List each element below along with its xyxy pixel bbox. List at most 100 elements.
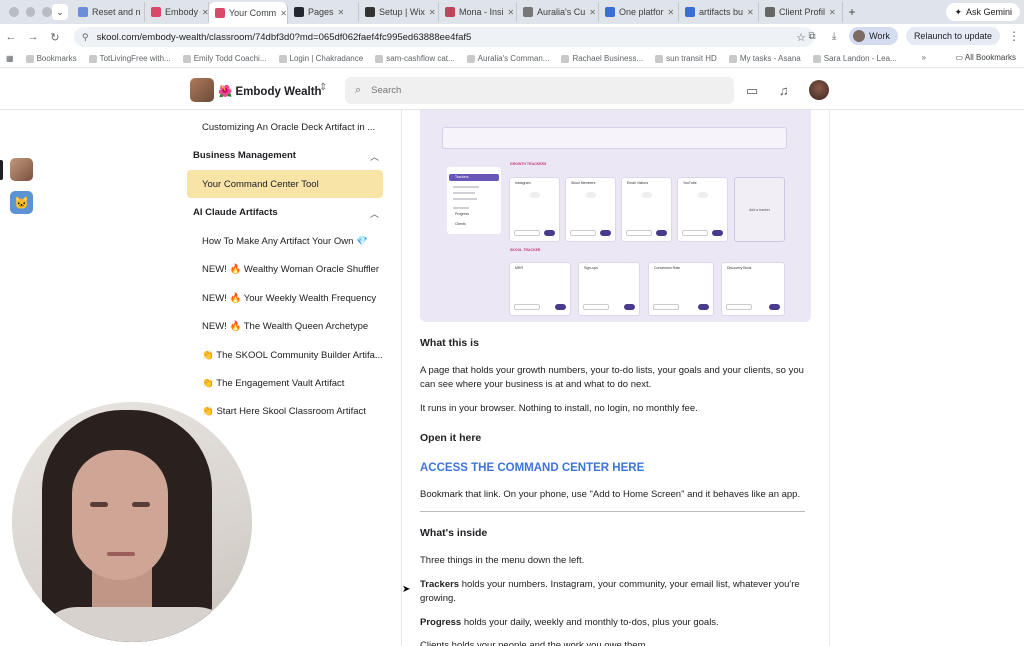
search-input[interactable]: [371, 85, 672, 96]
browser-tab[interactable]: Setup | Wix ✕: [359, 2, 439, 22]
bookmarks-bar: ▦ Bookmarks TotLivingFree with... Emily To…: [0, 50, 1024, 68]
browser-tab[interactable]: Embody ✕: [145, 2, 209, 22]
site-info-icon[interactable]: ⚲: [82, 32, 89, 43]
webcam-overlay[interactable]: [12, 402, 252, 642]
bookmark-item[interactable]: TotLivingFree with...: [83, 54, 177, 63]
tab-close-icon[interactable]: ✕: [508, 8, 515, 17]
browser-tab[interactable]: artifacts bu ✕: [679, 2, 759, 22]
window-controls[interactable]: [0, 7, 53, 17]
bookmark-item[interactable]: Login | Chakradance: [273, 54, 370, 63]
extensions-icon[interactable]: ⧉: [805, 31, 819, 42]
heading-open-it-here: Open it here: [420, 432, 482, 444]
bookmark-item[interactable]: Auralia's Comman...: [461, 54, 556, 63]
paragraph-progress: Progress holds your daily, weekly and mo…: [420, 617, 719, 628]
chevron-up-icon: ︿: [369, 152, 379, 162]
horizontal-rule: [420, 511, 805, 512]
browser-tab[interactable]: One platfor ✕: [599, 2, 679, 22]
bookmark-favicon-icon: [561, 54, 570, 63]
new-tab-button[interactable]: +: [843, 5, 861, 19]
rail-community-embody[interactable]: [10, 158, 33, 181]
browser-tab[interactable]: Pages ✕: [288, 2, 359, 22]
bookmarks-overflow-icon[interactable]: »: [916, 53, 932, 62]
bookmark-item[interactable]: Emily Todd Coachi...: [177, 54, 273, 63]
user-avatar[interactable]: [809, 80, 829, 100]
community-logo[interactable]: [190, 78, 214, 102]
community-name[interactable]: 🌺 Embody Wealth: [218, 84, 322, 98]
all-bookmarks[interactable]: ▭ All Bookmarks: [956, 53, 1016, 62]
lesson-item[interactable]: NEW! 🔥 Wealthy Woman Oracle Shuffler: [187, 255, 383, 283]
more-icon[interactable]: ⋮: [1008, 29, 1020, 43]
tab-close-icon[interactable]: ✕: [429, 8, 436, 17]
forward-icon[interactable]: →: [22, 31, 44, 43]
tab-search-icon[interactable]: ⌄: [52, 4, 68, 20]
tab-list: Reset and n✕Embody✕Your Comm✕Pages✕Setup…: [72, 0, 843, 24]
tab-close-icon[interactable]: ✕: [829, 8, 836, 17]
command-center-link[interactable]: ACCESS THE COMMAND CENTER HERE: [420, 462, 644, 474]
preview-card: Conversion Rate: [648, 262, 714, 316]
lesson-item[interactable]: 👏 The SKOOL Community Builder Artifa...: [187, 341, 383, 369]
lesson-item[interactable]: Customizing An Oracle Deck Artifact in .…: [187, 113, 383, 141]
browser-tab[interactable]: Auralia's Cu ✕: [517, 2, 599, 22]
gemini-icon: ✦: [954, 6, 962, 17]
bookmark-item[interactable]: My tasks - Asana: [723, 54, 807, 63]
bookmark-favicon-icon: [88, 54, 97, 63]
lesson-item-active[interactable]: Your Command Center Tool: [187, 170, 383, 198]
search-bar[interactable]: ⌕: [345, 77, 734, 104]
paragraph: A page that holds your growth numbers, y…: [420, 365, 804, 390]
content-edge: [829, 110, 830, 646]
ask-gemini-button[interactable]: ✦ Ask Gemini: [946, 3, 1020, 21]
section-business-management[interactable]: Business Management ︿: [193, 150, 379, 163]
url-text: skool.com/embody-wealth/classroom/74dbf3…: [96, 31, 472, 43]
bookmark-item[interactable]: sun transit HD: [649, 54, 723, 63]
paragraph-trackers: Trackers holds your numbers. Instagram, …: [420, 579, 800, 604]
tab-favicon-icon: [294, 7, 304, 17]
preview-note: [442, 127, 787, 149]
tab-favicon-icon: [685, 7, 695, 17]
tab-close-icon[interactable]: ✕: [668, 8, 675, 17]
tab-close-icon[interactable]: ✕: [589, 8, 596, 17]
tab-label: Client Profil: [779, 7, 826, 17]
tab-close-icon[interactable]: ✕: [338, 8, 345, 17]
notification-bell-icon[interactable]: ♫: [779, 83, 789, 98]
lesson-item[interactable]: NEW! 🔥 Your Weekly Wealth Frequency: [187, 284, 383, 312]
relaunch-button[interactable]: Relaunch to update: [905, 27, 1000, 45]
tab-close-icon[interactable]: ✕: [202, 8, 208, 17]
sidebar-divider: [401, 110, 402, 646]
browser-tab[interactable]: Client Profil ✕: [759, 2, 843, 22]
bookmark-favicon-icon: [466, 54, 475, 63]
back-icon[interactable]: ←: [0, 31, 22, 43]
tab-label: Mona - Insi: [459, 7, 504, 17]
lesson-item[interactable]: NEW! 🔥 The Wealth Queen Archetype: [187, 312, 383, 340]
tab-favicon-icon: [151, 7, 161, 17]
lesson-item[interactable]: 👏 The Engagement Vault Artifact: [187, 369, 383, 397]
browser-tab[interactable]: Your Comm ✕: [209, 2, 288, 24]
reload-icon[interactable]: ↻: [44, 31, 66, 44]
search-icon: ⌕: [355, 84, 362, 96]
bookmark-item[interactable]: sam-cashflow cat...: [369, 54, 460, 63]
profile-button[interactable]: Work: [849, 27, 898, 45]
lesson-item[interactable]: How To Make Any Artifact Your Own 💎: [187, 227, 383, 255]
tab-favicon-icon: [365, 7, 375, 17]
download-icon[interactable]: ⤓: [827, 31, 841, 42]
tab-favicon-icon: [605, 7, 615, 17]
heading-what-this-is: What this is: [420, 337, 479, 349]
section-ai-claude-artifacts[interactable]: AI Claude Artifacts ︿: [193, 207, 379, 220]
tab-favicon-icon: [523, 7, 533, 17]
browser-tab[interactable]: Reset and n✕: [72, 2, 145, 22]
command-center-preview-image: GROWTH TRACKERS Trackers Progress Client…: [420, 110, 811, 322]
tab-close-icon[interactable]: ✕: [280, 9, 287, 18]
bookmark-item[interactable]: Bookmarks: [20, 54, 83, 63]
tab-close-icon[interactable]: ✕: [747, 8, 754, 17]
bookmark-item[interactable]: Sara Landon - Lea...: [807, 54, 903, 63]
preview-card: Sign-ups: [578, 262, 640, 316]
browser-tab[interactable]: Mona - Insi ✕: [439, 2, 517, 22]
apps-icon[interactable]: ▦: [0, 54, 20, 63]
bookmark-item[interactable]: Rachael Business...: [555, 54, 649, 63]
chat-icon[interactable]: ▭: [746, 83, 758, 99]
rail-community-cat[interactable]: 🐱: [10, 191, 33, 214]
preview-card: YouTube: [677, 177, 728, 242]
tab-favicon-icon: [765, 7, 775, 17]
address-bar[interactable]: ⚲ skool.com/embody-wealth/classroom/74db…: [74, 27, 814, 47]
bookmark-favicon-icon: [375, 54, 384, 63]
community-switcher-icon[interactable]: ⇕: [319, 82, 327, 93]
